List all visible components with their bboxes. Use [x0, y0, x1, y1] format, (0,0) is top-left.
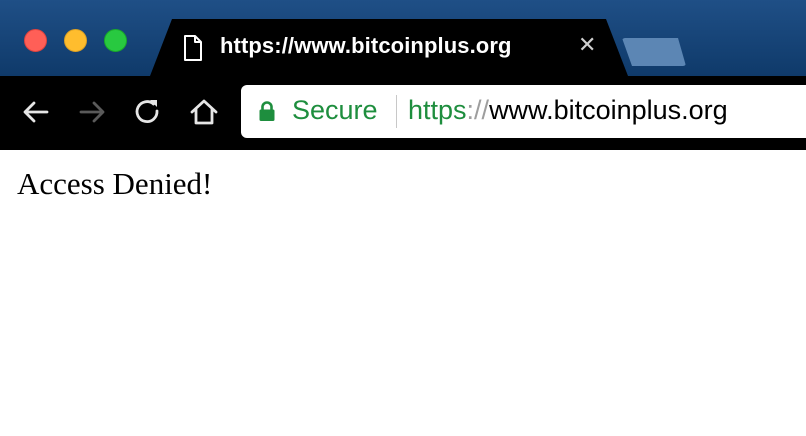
address-bar[interactable]: Secure https://www.bitcoinplus.org — [241, 85, 806, 138]
window-close-button[interactable] — [24, 29, 47, 52]
window-maximize-button[interactable] — [104, 29, 127, 52]
reload-icon[interactable] — [132, 96, 164, 128]
url-scheme: https — [408, 95, 467, 125]
url-separator: :// — [466, 95, 490, 125]
back-arrow-icon[interactable] — [20, 96, 52, 128]
omnibox-divider — [396, 95, 397, 128]
page-icon — [183, 35, 203, 66]
url-host: www.bitcoinplus.org — [489, 95, 728, 125]
page-content: Access Denied! — [0, 150, 806, 436]
tab-title: https://www.bitcoinplus.org — [220, 33, 512, 58]
title-bar: https://www.bitcoinplus.org ✕ — [0, 0, 806, 76]
home-icon[interactable] — [188, 96, 220, 128]
url-text[interactable]: https://www.bitcoinplus.org — [408, 95, 728, 126]
browser-toolbar: Secure https://www.bitcoinplus.org — [0, 76, 806, 150]
close-tab-icon[interactable]: ✕ — [578, 31, 596, 59]
new-tab-button[interactable] — [622, 38, 686, 66]
window-minimize-button[interactable] — [64, 29, 87, 52]
access-denied-message: Access Denied! — [17, 166, 213, 201]
forward-arrow-icon[interactable] — [76, 96, 108, 128]
lock-icon[interactable] — [258, 100, 276, 127]
security-label[interactable]: Secure — [292, 95, 378, 126]
active-tab[interactable]: https://www.bitcoinplus.org ✕ — [150, 19, 628, 76]
